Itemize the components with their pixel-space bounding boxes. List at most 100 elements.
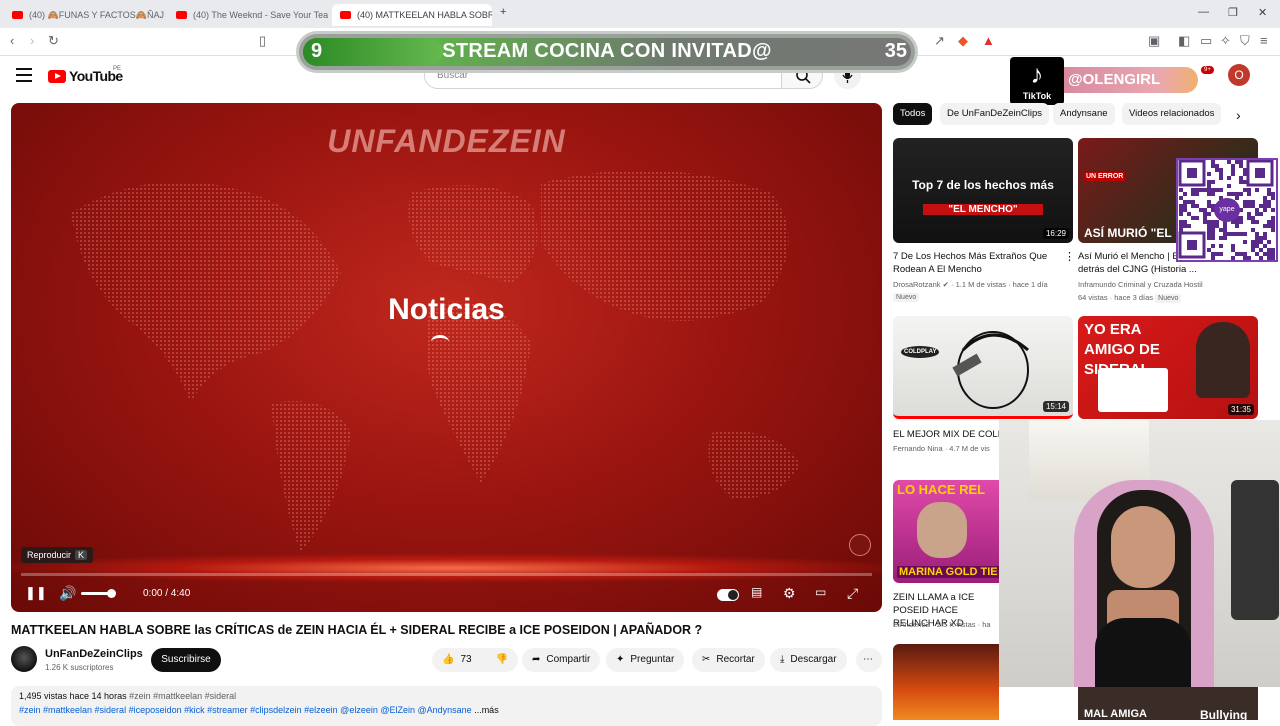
microphone-arm	[1231, 480, 1279, 620]
theater-mode-icon[interactable]: ▭	[815, 585, 826, 599]
show-more-link[interactable]: ...más	[474, 705, 499, 715]
download-label: Descargar	[790, 654, 837, 665]
new-badge: Nuevo	[893, 293, 920, 302]
related-title[interactable]: 7 De Los Hechos Más Extraños Que Rodean …	[893, 250, 1055, 276]
hashtags[interactable]: #zein #mattkeelan #sideral #iceposeidon …	[19, 705, 472, 715]
light-streak	[11, 553, 882, 583]
browser-menu-icon[interactable]: ≡	[1260, 33, 1268, 48]
time-display: 0:00 / 4:40	[143, 588, 191, 599]
browser-tab-1[interactable]: (40) 🙈FUNAS Y FACTOS🙈ÑAJASOR	[4, 4, 164, 26]
forward-icon[interactable]: ›	[30, 33, 34, 48]
volume-icon[interactable]: 🔊	[59, 585, 76, 602]
more-options-icon[interactable]: ⋮	[1064, 250, 1075, 263]
related-channel[interactable]: Inframundo Criminal y Cruzada Hostil	[1078, 280, 1203, 289]
notification-badge[interactable]: 9+	[1201, 66, 1214, 74]
download-icon: ⤓	[780, 654, 785, 665]
related-thumbnail[interactable]	[893, 644, 999, 720]
related-stats: 4.7 M de vis	[949, 444, 990, 453]
thumbnail-person	[917, 502, 967, 558]
progress-bar[interactable]	[21, 573, 872, 576]
like-dislike-group: 👍 73 👎	[432, 648, 518, 672]
hamburger-menu-icon[interactable]	[16, 68, 32, 82]
pause-icon[interactable]: ❚❚	[25, 585, 47, 601]
video-player[interactable]: UNFANDEZEIN Noticias Reproducir K ❚❚ 🔊 0:…	[11, 103, 882, 612]
reload-icon[interactable]: ↻	[48, 33, 59, 49]
extensions-icon[interactable]: ▣	[1148, 33, 1160, 49]
back-icon[interactable]: ‹	[10, 33, 14, 48]
clip-button[interactable]: ✂ Recortar	[692, 648, 765, 672]
like-icon[interactable]: 👍	[442, 648, 454, 672]
related-thumbnail[interactable]: Top 7 de los hechos más "EL MENCHO" 16:2…	[893, 138, 1073, 243]
related-meta: ElAndenoZ · 2.5 K vistas · ha	[893, 620, 991, 629]
webcam-overlay	[999, 420, 1280, 687]
video-duration: 15:14	[1042, 401, 1069, 412]
autoplay-toggle[interactable]	[717, 589, 739, 601]
tooltip-label: Reproducir	[27, 550, 72, 560]
maximize-button[interactable]: ❐	[1228, 6, 1238, 19]
more-actions-button[interactable]: ⋯	[856, 648, 882, 672]
thumbnail-text: ASÍ MURIÓ "EL	[1084, 226, 1172, 240]
yape-qr-code: yape	[1176, 158, 1278, 262]
youtube-logo[interactable]: YouTube	[48, 68, 123, 84]
yape-logo: yape	[1214, 198, 1240, 222]
tab-label: (40) 🙈FUNAS Y FACTOS🙈ÑAJASOR	[29, 9, 164, 20]
share-label: Compartir	[546, 654, 591, 665]
clip-label: Recortar	[716, 654, 755, 665]
wallet-icon[interactable]: ▭	[1200, 33, 1212, 49]
thumbnail-illustration	[952, 331, 1029, 409]
user-avatar[interactable]: O	[1228, 64, 1250, 86]
like-count[interactable]: 73	[460, 648, 471, 672]
browser-tab-2[interactable]: (40) The Weeknd - Save Your Tears (O	[168, 4, 328, 26]
tiktok-handle: @OLENGIRL	[1064, 67, 1198, 93]
thumbnail-subtext: UN ERROR	[1084, 172, 1126, 181]
subscribe-button[interactable]: Suscribirse	[151, 648, 221, 672]
views-and-date: 1,495 vistas hace 14 horas	[19, 691, 127, 701]
volume-knob[interactable]	[107, 589, 116, 598]
fullscreen-icon[interactable]: ⤢	[847, 585, 858, 602]
rewards-icon[interactable]: ▲	[982, 33, 995, 48]
chevron-right-icon[interactable]: ›	[1236, 107, 1241, 123]
stats-hashtags: #zein #mattkeelan #sideral	[129, 691, 237, 701]
close-window-button[interactable]: ✕	[1258, 6, 1267, 19]
channel-watermark: UNFANDEZEIN	[327, 123, 566, 159]
chip-andynsane[interactable]: Andynsane	[1053, 103, 1115, 125]
related-channel[interactable]: Fernando Nina	[893, 444, 943, 453]
channel-mini-logo	[849, 534, 871, 556]
channel-name[interactable]: UnFanDeZeinClips	[45, 648, 143, 660]
thumbnail-subtext: MARINA GOLD TIE	[897, 566, 999, 578]
related-title[interactable]: EL MEJOR MIX DE COLDP	[893, 428, 1001, 441]
country-code: PE	[113, 66, 122, 72]
minimize-button[interactable]: —	[1198, 6, 1209, 18]
new-tab-button[interactable]: +	[500, 6, 506, 18]
related-thumbnail[interactable]: MAL AMIGA Bullying	[1078, 686, 1258, 720]
brave-shield-icon[interactable]: ◆	[958, 33, 968, 49]
download-button[interactable]: ⤓ Descargar	[770, 648, 847, 672]
vpn-icon[interactable]: ⛉	[1240, 33, 1250, 49]
channel-avatar[interactable]	[11, 646, 37, 672]
world-map-background	[71, 170, 801, 553]
share-page-icon[interactable]: ↗	[934, 33, 945, 49]
sidebar-icon[interactable]: ◧	[1178, 33, 1190, 49]
related-thumbnail[interactable]: LO HACE REL MARINA GOLD TIE	[893, 480, 999, 583]
chip-channel[interactable]: De UnFanDeZeinClips	[940, 103, 1050, 125]
leo-icon[interactable]: ✧	[1220, 33, 1231, 49]
description-box[interactable]: 1,495 vistas hace 14 horas #zein #mattke…	[11, 686, 882, 726]
related-meta: 64 vistas · hace 3 días Nuevo	[1078, 293, 1182, 303]
settings-gear-icon[interactable]: ⚙	[783, 585, 796, 602]
share-button[interactable]: ➦ Compartir	[522, 648, 601, 672]
related-channel[interactable]: ElAndenoZ	[893, 620, 930, 629]
subtitles-icon[interactable]: ▤	[751, 585, 762, 599]
related-channel[interactable]: DrosaRotzank	[893, 280, 941, 289]
chip-all[interactable]: Todos	[893, 103, 933, 125]
thumbnail-subtext: Bullying	[1200, 708, 1248, 720]
browser-tab-3[interactable]: (40) MATTKEELAN HABLA SOBRE ✕	[332, 4, 492, 26]
related-thumbnail[interactable]: COLDPLAY 15:14	[893, 316, 1073, 419]
related-meta: DrosaRotzank ✔ · 1.1 M de vistas · hace …	[893, 280, 1048, 289]
tab-label: (40) MATTKEELAN HABLA SOBRE	[357, 10, 492, 20]
dislike-icon[interactable]: 👎	[496, 648, 508, 672]
ask-button[interactable]: ✦ Preguntar	[606, 648, 685, 672]
subscriber-count: 1.26 K suscriptores	[45, 663, 114, 672]
related-thumbnail[interactable]: YO ERA AMIGO DE SIDERAL 31:35	[1078, 316, 1258, 419]
chip-related[interactable]: Videos relacionados	[1122, 103, 1222, 125]
bookmark-icon[interactable]: ▯	[259, 33, 266, 49]
